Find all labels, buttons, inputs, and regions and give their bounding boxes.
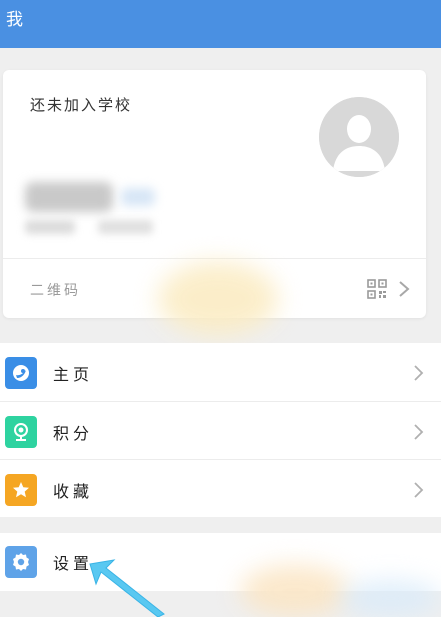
user-info-blurred-2 — [98, 220, 153, 234]
avatar[interactable] — [319, 97, 399, 177]
blurred-overlay-2 — [240, 565, 350, 617]
gear-icon — [5, 546, 37, 578]
menu-item-label: 积分 — [53, 424, 94, 443]
school-status-text: 还未加入学校 — [30, 96, 133, 114]
top-bar: 我 — [0, 0, 441, 48]
user-name-blurred — [25, 182, 113, 212]
chevron-right-icon — [414, 365, 424, 381]
menu-item-home[interactable]: 主页 — [0, 343, 441, 401]
chevron-right-icon — [414, 424, 424, 440]
menu-item-label: 主页 — [53, 365, 94, 384]
points-icon — [5, 416, 37, 448]
star-icon — [5, 474, 37, 506]
pointer-arrow-icon — [89, 559, 165, 617]
home-icon — [5, 357, 37, 389]
qr-code-label: 二维码 — [30, 283, 81, 299]
user-badge-blurred — [121, 188, 155, 206]
menu-item-label: 收藏 — [53, 482, 94, 501]
menu-item-points[interactable]: 积分 — [0, 401, 441, 459]
chevron-right-icon — [399, 281, 410, 297]
chevron-right-icon — [414, 482, 424, 498]
user-info-blurred — [25, 220, 75, 234]
blurred-overlay-3 — [340, 580, 441, 617]
blurred-overlay — [158, 262, 278, 336]
qr-code-icon — [367, 279, 387, 299]
menu-item-favorites[interactable]: 收藏 — [0, 459, 441, 517]
default-avatar-icon — [319, 97, 399, 177]
page-title: 我 — [6, 10, 24, 30]
menu-list: 主页 积分 收藏 — [0, 343, 441, 517]
